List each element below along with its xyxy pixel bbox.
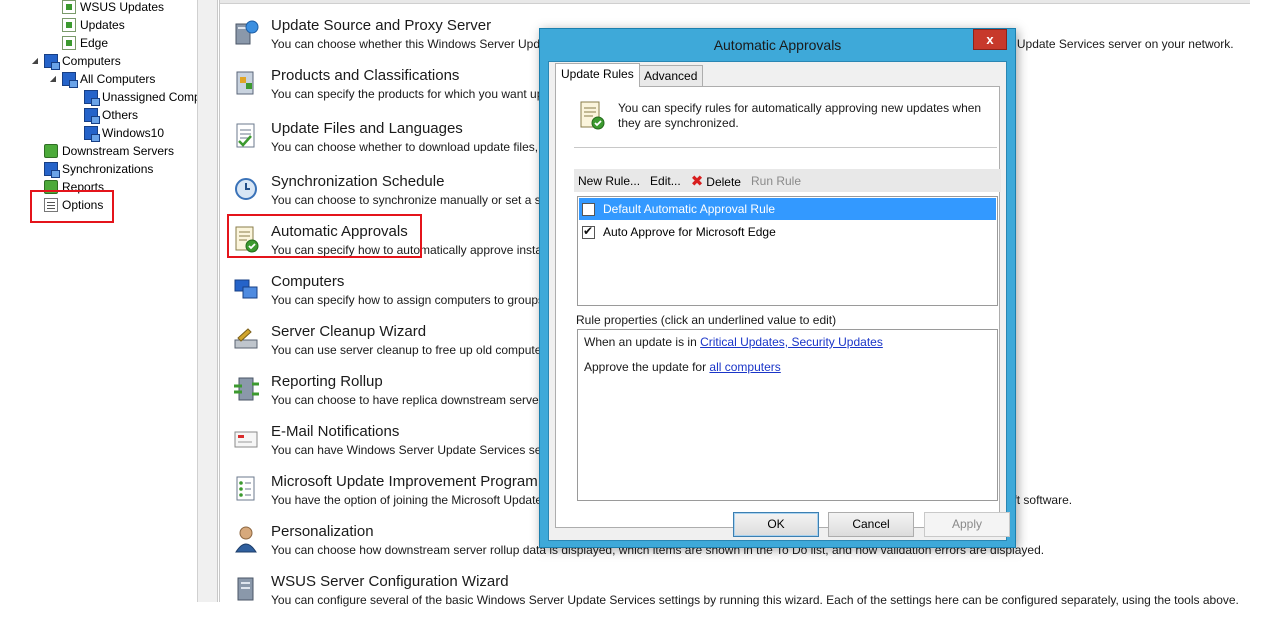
delete-icon: ✖ (690, 172, 704, 190)
new-rule-button[interactable]: New Rule... (578, 174, 640, 188)
computers-icon (62, 72, 78, 88)
option-title[interactable]: Synchronization Schedule (271, 172, 444, 192)
doc-icon (62, 36, 76, 50)
rule-properties-label: Rule properties (click an underlined val… (576, 313, 837, 327)
option-title[interactable]: Server Cleanup Wizard (271, 322, 426, 342)
server-proxy-icon (235, 20, 259, 45)
option-title[interactable]: WSUS Server Configuration Wizard (271, 572, 509, 592)
expanded-arrow-icon[interactable]: ◢ (48, 70, 58, 88)
doc-icon (62, 18, 76, 32)
tree-item-downstream-servers[interactable]: Downstream Servers (44, 142, 174, 160)
tree-item-label: Downstream Servers (62, 144, 175, 158)
tree-item-label: Unassigned Comp (102, 90, 198, 104)
tree-item-label: Edge (80, 36, 109, 50)
tree-item-unassigned-computers[interactable]: Unassigned Comp (84, 88, 198, 106)
tree-item-updates[interactable]: Updates (62, 16, 125, 34)
reporting-rollup-icon (234, 377, 259, 401)
automatic-approvals-icon (580, 101, 605, 130)
pane-splitter[interactable] (198, 0, 218, 602)
classifications-link[interactable]: Critical Updates, Security Updates (700, 335, 883, 349)
edit-rule-button[interactable]: Edit... (650, 174, 681, 188)
rule-label: Default Automatic Approval Rule (603, 202, 776, 216)
improvement-program-icon (236, 476, 255, 501)
computers-icon (84, 108, 100, 124)
cancel-button[interactable]: Cancel (828, 512, 914, 537)
tree-item-computers[interactable]: ◢ Computers (30, 52, 121, 70)
computers-icon (44, 54, 60, 70)
cleanup-wizard-icon (234, 328, 258, 349)
rule-toolbar: New Rule... Edit... ✖ Delete Run Rule (574, 169, 1001, 192)
tree-item-wsus-updates[interactable]: WSUS Updates (62, 0, 164, 16)
ok-button[interactable]: OK (733, 512, 819, 537)
close-button[interactable]: x (973, 29, 1007, 50)
sync-icon (44, 162, 60, 178)
delete-rule-button[interactable]: ✖ Delete (691, 172, 741, 190)
computers-icon (84, 126, 100, 142)
separator (574, 147, 997, 148)
rule-row-edge[interactable]: Auto Approve for Microsoft Edge (579, 221, 996, 243)
automatic-approvals-dialog: Automatic Approvals x Update Rules Advan… (539, 28, 1016, 548)
property-line-computers: Approve the update for all computers (584, 360, 781, 374)
tree-item-all-computers[interactable]: ◢ All Computers (48, 70, 155, 88)
computers-icon (84, 90, 100, 106)
tab-update-rules[interactable]: Update Rules (555, 63, 640, 87)
automatic-approvals-highlight-box (227, 214, 422, 258)
panel-header-strip (220, 0, 1250, 4)
dialog-title[interactable]: Automatic Approvals (540, 29, 1015, 61)
option-title[interactable]: Personalization (271, 522, 374, 542)
tree-item-label: Others (102, 108, 139, 122)
servers-icon (44, 144, 58, 158)
rule-list: Default Automatic Approval Rule Auto App… (577, 196, 998, 306)
rule-checkbox[interactable] (582, 224, 595, 239)
tree-item-label: WSUS Updates (80, 0, 165, 14)
tree-item-synchronizations[interactable]: Synchronizations (44, 160, 153, 178)
option-description: You can configure several of the basic W… (271, 593, 1239, 607)
option-title[interactable]: Computers (271, 272, 344, 292)
tree-item-label: Updates (80, 18, 125, 32)
computers-icon (234, 279, 258, 299)
intro-description: You can specify rules for automatically … (618, 101, 982, 130)
option-title[interactable]: Update Files and Languages (271, 119, 463, 139)
sync-schedule-icon (235, 178, 257, 200)
email-icon (234, 431, 258, 448)
option-description: You can specify how to assign computers … (271, 293, 548, 307)
computer-groups-link[interactable]: all computers (709, 360, 780, 374)
option-title[interactable]: E-Mail Notifications (271, 422, 399, 442)
rule-properties-box: When an update is in Critical Updates, S… (577, 329, 998, 501)
tree-item-label: Computers (62, 54, 121, 68)
option-title[interactable]: Reporting Rollup (271, 372, 383, 392)
person-icon (235, 526, 257, 553)
configuration-wizard-icon (237, 577, 254, 601)
apply-button[interactable]: Apply (924, 512, 1010, 537)
property-prefix: Approve the update for (584, 360, 710, 374)
expanded-arrow-icon[interactable]: ◢ (30, 52, 40, 70)
option-title[interactable]: Products and Classifications (271, 66, 459, 86)
dialog-body: Update Rules Advanced You can specify ru… (548, 61, 1010, 541)
option-title[interactable]: Update Source and Proxy Server (271, 16, 491, 36)
options-highlight-box (30, 190, 114, 223)
close-icon: x (986, 32, 994, 47)
rule-label: Auto Approve for Microsoft Edge (603, 225, 776, 239)
tree-item-label: Windows10 (102, 126, 165, 140)
update-files-icon (236, 123, 255, 148)
run-rule-button[interactable]: Run Rule (751, 174, 801, 188)
products-icon (236, 71, 254, 95)
doc-icon (62, 0, 76, 14)
tab-advanced[interactable]: Advanced (638, 65, 704, 87)
tree-item-label: Synchronizations (62, 162, 154, 176)
delete-label: Delete (706, 174, 741, 189)
option-title[interactable]: Microsoft Update Improvement Program (271, 472, 538, 492)
navigation-tree: WSUS Updates Updates Edge ◢ Computers ◢ … (0, 0, 198, 602)
update-rules-panel: You can specify rules for automatically … (555, 86, 1001, 528)
tree-item-others[interactable]: Others (84, 106, 138, 124)
rule-checkbox[interactable] (582, 202, 595, 216)
rule-row-default[interactable]: Default Automatic Approval Rule (579, 198, 996, 220)
tree-item-label: All Computers (80, 72, 156, 86)
tree-item-edge[interactable]: Edge (62, 34, 108, 52)
property-line-classifications: When an update is in Critical Updates, S… (584, 335, 883, 349)
tree-item-windows10[interactable]: Windows10 (84, 124, 164, 142)
option-configuration-wizard[interactable]: WSUS Server Configuration Wizard You can… (220, 572, 1250, 620)
property-prefix: When an update is in (584, 335, 701, 349)
